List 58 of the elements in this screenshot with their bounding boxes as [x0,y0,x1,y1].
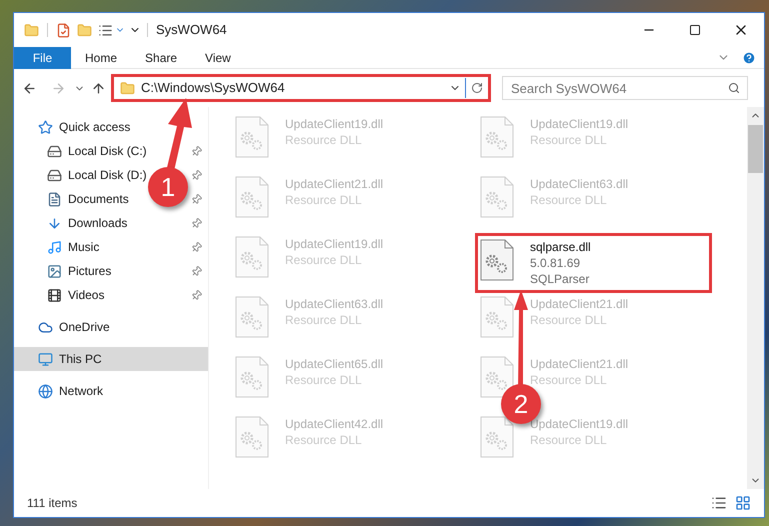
sidebar-item[interactable]: Local Disk (C:) [14,139,208,163]
file-menu-button[interactable]: File [14,46,71,68]
window-title: SysWOW64 [156,21,228,40]
document-icon [47,192,62,206]
dll-file-icon [480,176,514,218]
globe-icon [38,384,53,398]
dll-file-icon [235,176,269,218]
dll-file-icon [480,416,514,458]
file-detail: SQLParser [530,271,590,287]
scroll-thumb[interactable] [748,125,763,173]
download-icon [47,216,62,230]
sidebar-item[interactable]: OneDrive [14,315,208,339]
sidebar-item[interactable]: Pictures [14,259,208,283]
ribbon-tab[interactable]: View [191,46,245,68]
large-icons-view-icon[interactable] [735,495,751,511]
properties-icon[interactable] [56,22,71,38]
back-icon[interactable] [22,80,37,96]
dll-file-icon [235,116,269,158]
ribbon-tab[interactable]: Home [71,46,132,68]
address-path: C:\Windows\SysWOW64 [141,79,286,98]
film-icon [47,288,62,302]
cloud-icon [38,320,53,334]
dll-file-icon [480,116,514,158]
up-icon[interactable] [91,80,106,96]
dll-file-icon [235,416,269,458]
star-icon [38,120,53,134]
drive-icon [47,168,62,182]
picture-icon [47,264,62,278]
sidebar-item[interactable]: Music [14,235,208,259]
file-name[interactable]: sqlparse.dll [530,239,591,255]
dll-file-icon [235,356,269,398]
sidebar-item[interactable]: This PC [14,347,208,371]
item-count: 111 items [27,495,78,512]
folder-icon [120,80,135,96]
help-icon[interactable] [742,50,756,64]
sidebar-item[interactable]: Network [14,379,208,403]
monitor-icon [38,352,53,366]
dll-file-icon [235,296,269,338]
search-icon [728,82,740,94]
sidebar-item[interactable]: Videos [14,283,208,307]
details-view-icon[interactable] [711,495,727,511]
refresh-icon[interactable] [471,82,483,94]
dll-file-icon [480,356,514,398]
file-detail: 5.0.81.69 [530,255,582,271]
vertical-scrollbar[interactable] [747,107,764,489]
music-note-icon [47,240,62,254]
highlighted-file-item[interactable]: sqlparse.dll 5.0.81.69 SQLParser [475,233,712,293]
search-field[interactable]: Search SysWOW64 [502,76,748,100]
dll-file-icon [480,239,514,281]
dll-file-icon [480,296,514,338]
maximize-icon [689,24,701,36]
address-field[interactable]: C:\Windows\SysWOW64 [111,74,491,102]
dll-file-icon [235,236,269,278]
sidebar-item[interactable]: Quick access [14,115,208,139]
sidebar-item[interactable]: Downloads [14,211,208,235]
drive-icon [47,144,62,158]
ribbon-tab[interactable]: Share [131,46,192,68]
list-icon[interactable] [98,22,113,38]
